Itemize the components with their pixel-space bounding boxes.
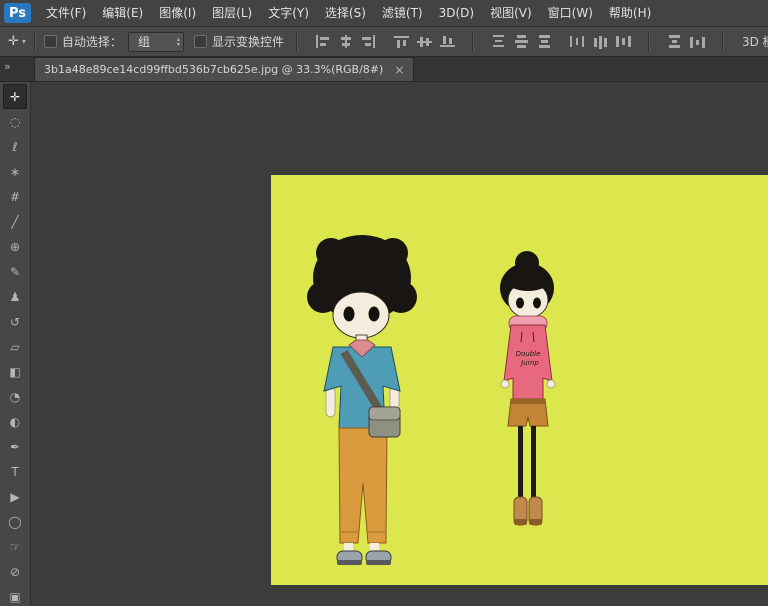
distribute-bottom-edges-icon[interactable] [537, 35, 552, 48]
auto-select-checkbox[interactable] [44, 35, 57, 48]
menu-filter[interactable]: 滤镜(T) [374, 0, 431, 26]
type-tool-button[interactable]: T [3, 459, 27, 484]
history-brush-tool-button[interactable]: ↺ [3, 309, 27, 334]
menu-type[interactable]: 文字(Y) [260, 0, 317, 26]
distribute-top-edges-icon[interactable] [491, 35, 506, 48]
auto-select-target-value: 组 [138, 33, 150, 50]
boy-character [307, 235, 417, 565]
align-vertical-centers-icon[interactable] [417, 35, 432, 48]
chevron-down-icon: ▾ [22, 37, 26, 46]
menu-view[interactable]: 视图(V) [482, 0, 540, 26]
distribute-spacing-vertical-icon[interactable] [667, 35, 682, 48]
gradient-tool-button[interactable]: ◧ [3, 359, 27, 384]
show-transform-label: 显示变换控件 [212, 33, 284, 50]
separator [296, 32, 298, 51]
lasso-tool-button[interactable]: ℓ [3, 134, 27, 159]
pen-tool-button[interactable]: ✒ [3, 434, 27, 459]
separator [34, 32, 36, 51]
hoodie-text-line1: Double [516, 350, 541, 358]
quick-selection-tool-button[interactable]: ∗ [3, 159, 27, 184]
distribute-horizontal-centers-icon[interactable] [593, 35, 608, 48]
close-icon[interactable]: × [394, 63, 404, 77]
girl-character: Double Jump [500, 251, 555, 525]
brush-tool-button[interactable]: ✎ [3, 259, 27, 284]
move-tool-button[interactable]: ✛ [3, 84, 27, 109]
menu-layer[interactable]: 图层(L) [204, 0, 260, 26]
tool-preset-picker[interactable]: ✛ ▾ [8, 34, 26, 49]
distribute-vertical-group [487, 35, 556, 48]
blur-tool-button[interactable]: ◔ [3, 384, 27, 409]
menu-3d[interactable]: 3D(D) [431, 0, 482, 26]
distribute-spacing-horizontal-icon[interactable] [690, 35, 705, 48]
tools-panel: ✛ ◌ ℓ ∗ # ╱ ⊕ ✎ ♟ ↺ ▱ ◧ ◔ ◐ ✒ T ▶ ◯ ☞ ⊘ … [0, 82, 31, 606]
ellipse-shape-tool-button[interactable]: ◯ [3, 509, 27, 534]
show-transform-checkbox[interactable] [194, 35, 207, 48]
document-image[interactable]: Double Jump [271, 175, 768, 585]
color-swatches-button[interactable]: ▣ [3, 584, 27, 606]
photoshop-logo: Ps [4, 3, 31, 23]
distribute-spacing-group [663, 35, 709, 48]
dodge-tool-button[interactable]: ◐ [3, 409, 27, 434]
distribute-vertical-centers-icon[interactable] [514, 35, 529, 48]
elliptical-marquee-tool-button[interactable]: ◌ [3, 109, 27, 134]
document-tab-title: 3b1a48e89ce14cd99ffbd536b7cb625e.jpg @ 3… [44, 63, 383, 76]
clone-stamp-tool-button[interactable]: ♟ [3, 284, 27, 309]
document-tab[interactable]: 3b1a48e89ce14cd99ffbd536b7cb625e.jpg @ 3… [34, 57, 414, 81]
cartoon-characters-illustration: Double Jump [271, 175, 768, 585]
auto-select-target-dropdown[interactable]: 组 ▴▾ [128, 32, 184, 52]
dropdown-spinner-icon: ▴▾ [177, 37, 180, 47]
menu-image[interactable]: 图像(I) [151, 0, 204, 26]
separator [472, 32, 474, 51]
menu-edit[interactable]: 编辑(E) [94, 0, 151, 26]
separator [648, 32, 650, 51]
align-left-edges-icon[interactable] [315, 35, 330, 48]
canvas-area[interactable]: Double Jump [31, 82, 768, 606]
hand-tool-button[interactable]: ☞ [3, 534, 27, 559]
auto-select-label: 自动选择： [62, 33, 122, 50]
menu-window[interactable]: 窗口(W) [540, 0, 601, 26]
3d-mode-label: 3D 模式： [742, 33, 768, 50]
distribute-horizontal-group [566, 35, 635, 48]
eraser-tool-button[interactable]: ▱ [3, 334, 27, 359]
align-vertical-group [390, 35, 459, 48]
distribute-left-edges-icon[interactable] [570, 35, 585, 48]
distribute-right-edges-icon[interactable] [616, 35, 631, 48]
align-top-edges-icon[interactable] [394, 35, 409, 48]
menu-bar: Ps 文件(F) 编辑(E) 图像(I) 图层(L) 文字(Y) 选择(S) 滤… [0, 0, 768, 27]
menu-file[interactable]: 文件(F) [38, 0, 94, 26]
align-horizontal-centers-icon[interactable] [338, 35, 353, 48]
move-tool-icon: ✛ [8, 34, 19, 49]
collapse-panels-icon[interactable]: » [4, 60, 10, 73]
align-right-edges-icon[interactable] [361, 35, 376, 48]
align-edges-group [311, 35, 380, 48]
separator [722, 32, 724, 51]
document-tab-bar: » 3b1a48e89ce14cd99ffbd536b7cb625e.jpg @… [0, 57, 768, 82]
menu-help[interactable]: 帮助(H) [601, 0, 659, 26]
hoodie-text-line2: Jump [519, 359, 539, 367]
crop-tool-button[interactable]: # [3, 184, 27, 209]
align-bottom-edges-icon[interactable] [440, 35, 455, 48]
path-selection-tool-button[interactable]: ▶ [3, 484, 27, 509]
eyedropper-tool-button[interactable]: ╱ [3, 209, 27, 234]
zoom-tool-button[interactable]: ⊘ [3, 559, 27, 584]
spot-healing-brush-tool-button[interactable]: ⊕ [3, 234, 27, 259]
tool-options-bar: ✛ ▾ 自动选择： 组 ▴▾ 显示变换控件 3D 模式： [0, 27, 768, 57]
menu-select[interactable]: 选择(S) [317, 0, 374, 26]
